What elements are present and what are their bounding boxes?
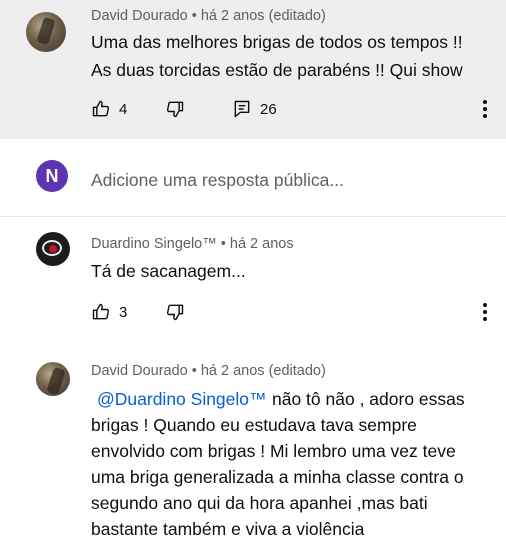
comment-text-line: brigas ! Quando eu estudava tava sempre <box>91 415 417 435</box>
avatar: N <box>36 160 68 192</box>
highlighted-comment: David Dourado • há 2 anos (editado) Uma … <box>0 0 506 139</box>
reply-count: 26 <box>260 100 277 118</box>
avatar[interactable] <box>36 362 70 396</box>
reply-input[interactable]: Adicione uma resposta pública... <box>91 170 344 191</box>
replies-button[interactable]: 26 <box>232 99 277 119</box>
like-button[interactable]: 3 <box>91 302 127 322</box>
reply-count-icon <box>234 100 250 118</box>
thumb-up-icon <box>92 303 110 320</box>
comment-text-line: segundo ano qui da hora apanhei ,mas bat… <box>91 493 428 513</box>
thumb-down-icon <box>166 101 184 118</box>
comment-meta: David Dourado • há 2 anos (editado) <box>91 8 326 24</box>
like-button[interactable]: 4 <box>91 99 127 119</box>
like-count: 4 <box>119 100 128 118</box>
thumb-down-icon <box>166 304 184 321</box>
comment-text-line: envolvido com brigas ! Mi lembro uma vez… <box>91 441 456 461</box>
avatar[interactable] <box>36 232 70 266</box>
more-vert-icon[interactable] <box>482 100 488 120</box>
avatar[interactable] <box>26 12 66 52</box>
comment-text-line: As duas torcidas estão de parabéns !! Qu… <box>91 60 463 80</box>
thumb-up-icon <box>92 100 110 117</box>
comment-text-line: Uma das melhores brigas de todos os temp… <box>91 32 463 52</box>
comment-text-line: Tá de sacanagem... <box>91 261 246 281</box>
dislike-button[interactable] <box>165 99 185 119</box>
comment-text-line: não tô não , adoro essas <box>272 389 465 409</box>
like-count: 3 <box>119 303 128 321</box>
dislike-button[interactable] <box>165 302 185 322</box>
divider <box>0 216 506 217</box>
comment-text-line: bastante também e viva a violência <box>91 519 365 539</box>
reply-composer[interactable]: N Adicione uma resposta pública... <box>0 150 506 210</box>
comment-text-line: uma briga generalizada a minha classe co… <box>91 467 464 487</box>
mention-link[interactable]: @Duardino Singelo™ <box>97 385 267 413</box>
comment-meta: Duardino Singelo™ • há 2 anos <box>91 236 294 252</box>
comment-meta: David Dourado • há 2 anos (editado) <box>91 363 326 379</box>
more-vert-icon[interactable] <box>482 303 488 323</box>
